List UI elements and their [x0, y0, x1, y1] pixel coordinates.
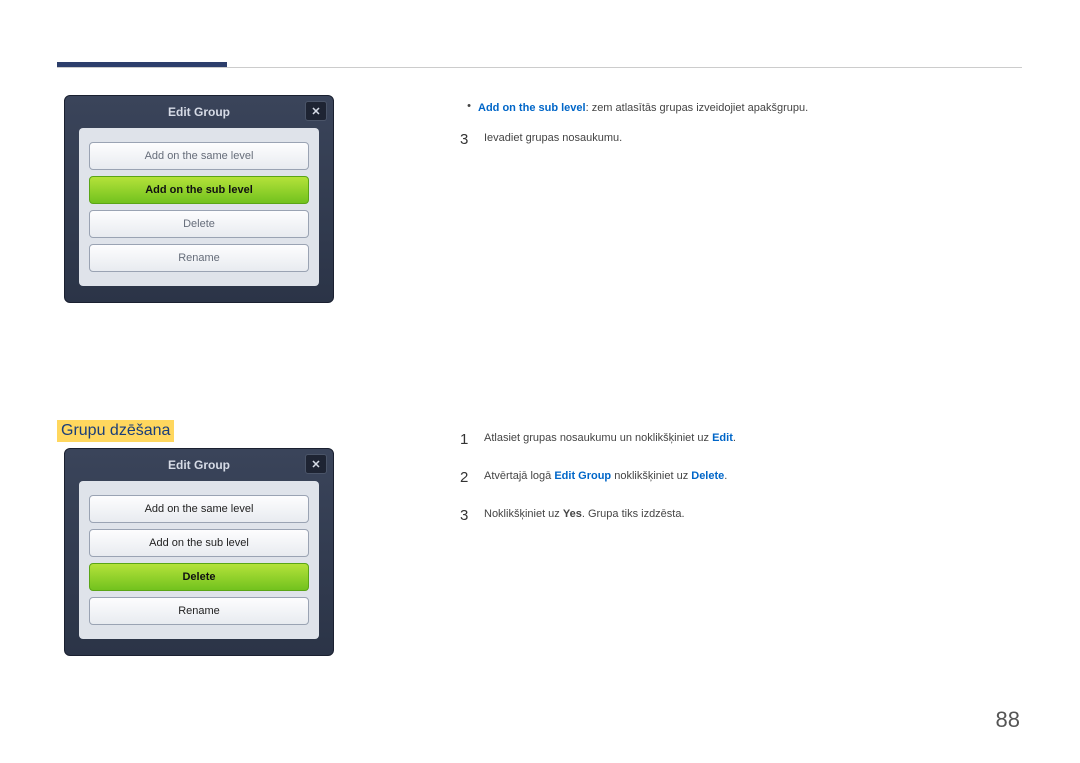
step-text: Atvērtajā logā Edit Group noklikšķiniet …: [484, 466, 1020, 490]
bullet-label: Add on the sub level: [478, 102, 586, 114]
step-number: 3: [460, 128, 484, 152]
add-sub-level-button[interactable]: Add on the sub level: [89, 176, 309, 204]
dialog-title: Edit Group: [168, 458, 230, 472]
dialog-body: Add on the same level Add on the sub lev…: [79, 128, 319, 286]
dialog-body: Add on the same level Add on the sub lev…: [79, 481, 319, 639]
step-row: 1 Atlasiet grupas nosaukumu un noklikšķi…: [460, 428, 1020, 452]
step-text: Ievadiet grupas nosaukumu.: [484, 128, 1020, 152]
bullet-rest: : zem atlasītās grupas izveidojiet apakš…: [586, 102, 809, 114]
rename-button[interactable]: Rename: [89, 244, 309, 272]
dialog-header: Edit Group ✕: [65, 96, 333, 128]
step-number: 3: [460, 504, 484, 528]
edit-group-dialog-2: Edit Group ✕ Add on the same level Add o…: [64, 448, 334, 656]
edit-group-dialog-1: Edit Group ✕ Add on the same level Add o…: [64, 95, 334, 303]
close-icon[interactable]: ✕: [305, 454, 327, 474]
bullet-icon: •: [460, 98, 478, 118]
dialog-title: Edit Group: [168, 105, 230, 119]
page-number: 88: [996, 707, 1020, 733]
delete-button[interactable]: Delete: [89, 563, 309, 591]
step-row: 2 Atvērtajā logā Edit Group noklikšķinie…: [460, 466, 1020, 490]
rename-button[interactable]: Rename: [89, 597, 309, 625]
bullet-text: Add on the sub level: zem atlasītās grup…: [478, 98, 1020, 118]
step-number: 1: [460, 428, 484, 452]
dialog-header: Edit Group ✕: [65, 449, 333, 481]
step-number: 2: [460, 466, 484, 490]
bullet-item: • Add on the sub level: zem atlasītās gr…: [460, 98, 1020, 118]
step-text: Noklikšķiniet uz Yes. Grupa tiks izdzēst…: [484, 504, 1020, 528]
step-row: 3 Ievadiet grupas nosaukumu.: [460, 128, 1020, 152]
delete-button[interactable]: Delete: [89, 210, 309, 238]
add-sub-level-button[interactable]: Add on the sub level: [89, 529, 309, 557]
section-heading: Grupu dzēšana: [57, 420, 174, 442]
step-row: 3 Noklikšķiniet uz Yes. Grupa tiks izdzē…: [460, 504, 1020, 528]
add-same-level-button[interactable]: Add on the same level: [89, 495, 309, 523]
lower-instructions: 1 Atlasiet grupas nosaukumu un noklikšķi…: [460, 418, 1020, 528]
upper-instructions: • Add on the sub level: zem atlasītās gr…: [460, 98, 1020, 152]
add-same-level-button[interactable]: Add on the same level: [89, 142, 309, 170]
close-icon[interactable]: ✕: [305, 101, 327, 121]
header-divider: [57, 67, 1022, 68]
step-text: Atlasiet grupas nosaukumu un noklikšķini…: [484, 428, 1020, 452]
